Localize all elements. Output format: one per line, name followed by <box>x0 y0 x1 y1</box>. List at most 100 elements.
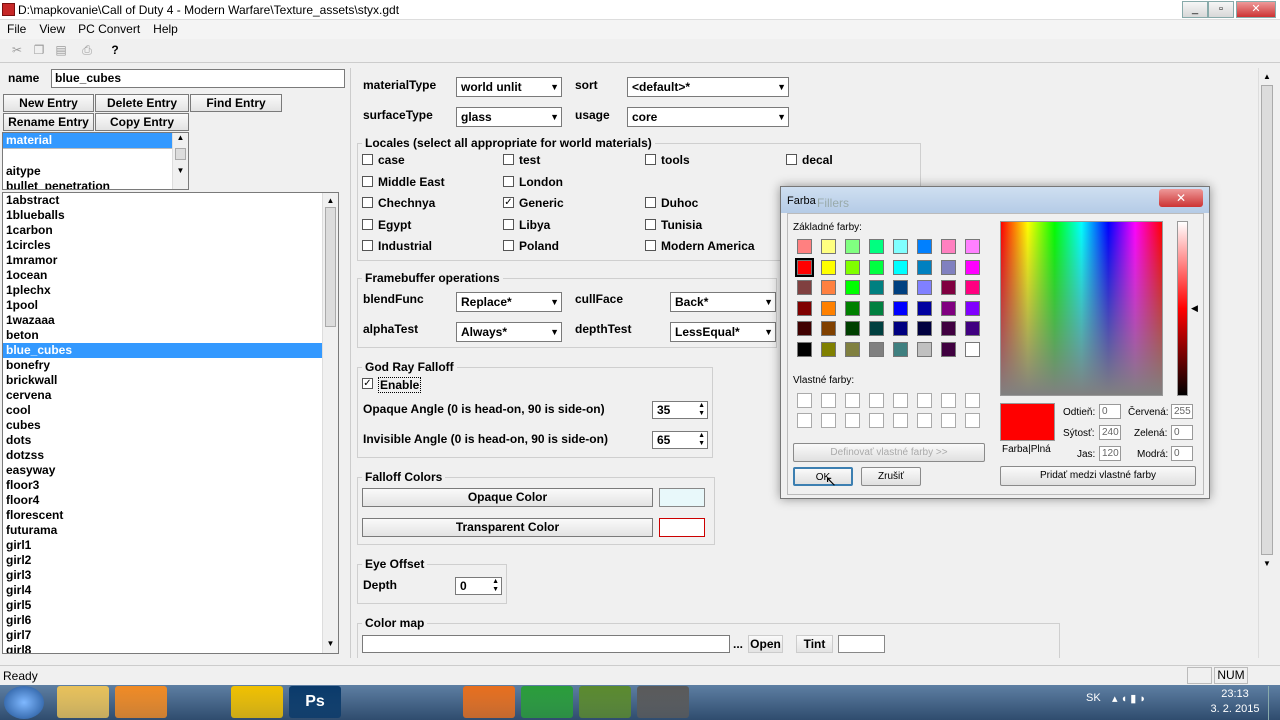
clock-time[interactable]: 23:13 <box>1210 688 1260 700</box>
scroll-up-icon[interactable]: ▲ <box>323 196 338 205</box>
entry-list-item[interactable]: 1carbon <box>3 223 338 238</box>
rename-entry-button[interactable]: Rename Entry <box>3 113 94 131</box>
material-type-select[interactable]: world unlit ▼ <box>456 77 562 97</box>
taskbar-media-icon[interactable] <box>115 686 167 718</box>
locale-checkbox[interactable] <box>645 197 656 208</box>
taskbar-folder-icon[interactable] <box>57 686 109 718</box>
locale-checkbox[interactable]: ✓ <box>503 197 514 208</box>
entry-list-item[interactable]: 1ocean <box>3 268 338 283</box>
scroll-up-icon[interactable]: ▲ <box>173 133 188 142</box>
entry-list-item[interactable]: 1mramor <box>3 253 338 268</box>
taskbar-firefox-icon[interactable] <box>463 686 515 718</box>
language-indicator[interactable]: SK <box>1086 692 1101 704</box>
tint-button[interactable]: Tint <box>796 635 833 653</box>
basic-color-swatch[interactable] <box>869 341 884 357</box>
entry-list-item[interactable]: girl4 <box>3 583 338 598</box>
type-item-blank[interactable] <box>3 148 188 164</box>
define-custom-colors-button[interactable]: Definovať vlastné farby >> <box>793 443 985 462</box>
entry-list-item[interactable]: floor3 <box>3 478 338 493</box>
basic-color-swatch[interactable] <box>941 259 956 275</box>
find-entry-button[interactable]: Find Entry <box>190 94 282 112</box>
entry-list-item[interactable]: beton <box>3 328 338 343</box>
scroll-up-icon[interactable]: ▲ <box>1259 72 1275 81</box>
basic-color-swatch[interactable] <box>821 341 836 357</box>
entry-list-item[interactable]: 1pool <box>3 298 338 313</box>
locale-checkbox[interactable] <box>645 154 656 165</box>
custom-color-swatch[interactable] <box>797 413 812 428</box>
locale-checkbox[interactable] <box>645 240 656 251</box>
locale-checkbox[interactable] <box>362 219 373 230</box>
taskbar-asset-icon[interactable] <box>695 686 747 718</box>
new-entry-button[interactable]: New Entry <box>3 94 94 112</box>
luminance-input[interactable]: 120 <box>1099 446 1121 461</box>
basic-color-swatch[interactable] <box>917 239 932 254</box>
basic-color-swatch[interactable] <box>917 259 932 275</box>
custom-color-swatch[interactable] <box>941 393 956 408</box>
help-icon[interactable]: ? <box>106 42 124 59</box>
depth-spinner[interactable]: 0 ▲ ▼ <box>455 577 502 595</box>
basic-color-swatch[interactable] <box>917 300 932 316</box>
entry-list-item[interactable]: girl3 <box>3 568 338 583</box>
locale-checkbox[interactable] <box>503 219 514 230</box>
basic-color-swatch[interactable] <box>845 259 860 275</box>
properties-scrollbar[interactable]: ▲ ▼ <box>1258 68 1275 658</box>
locale-checkbox[interactable] <box>786 154 797 165</box>
opaque-angle-spinner[interactable]: 35 ▲ ▼ <box>652 401 708 419</box>
transparent-color-swatch[interactable] <box>659 518 705 537</box>
taskbar-chrome-icon[interactable] <box>521 686 573 718</box>
entry-list-item[interactable]: cool <box>3 403 338 418</box>
entry-list-item[interactable]: girl1 <box>3 538 338 553</box>
basic-color-swatch[interactable] <box>917 341 932 357</box>
custom-color-swatch[interactable] <box>965 393 980 408</box>
maximize-button[interactable]: ▫ <box>1208 1 1234 18</box>
basic-color-swatch[interactable] <box>917 280 932 295</box>
basic-color-swatch[interactable] <box>893 239 908 254</box>
basic-color-swatch[interactable] <box>869 239 884 254</box>
locale-checkbox[interactable] <box>645 219 656 230</box>
show-desktop-button[interactable] <box>1268 686 1280 720</box>
blend-func-select[interactable]: Replace* ▼ <box>456 292 562 312</box>
cancel-button[interactable]: Zrušiť <box>861 467 921 486</box>
basic-color-swatch[interactable] <box>917 321 932 336</box>
transparent-color-button[interactable]: Transparent Color <box>362 518 653 537</box>
minimize-button[interactable]: _ <box>1182 1 1208 18</box>
entry-list-item[interactable]: easyway <box>3 463 338 478</box>
taskbar-terminal-icon[interactable] <box>405 686 457 718</box>
add-to-custom-colors-button[interactable]: Pridať medzi vlastné farby <box>1000 466 1196 486</box>
basic-color-swatch[interactable] <box>845 239 860 254</box>
basic-color-swatch[interactable] <box>821 300 836 316</box>
custom-color-swatch[interactable] <box>965 413 980 428</box>
locale-checkbox[interactable] <box>362 240 373 251</box>
entry-list-item[interactable]: dots <box>3 433 338 448</box>
scroll-thumb[interactable] <box>175 148 186 160</box>
entry-list[interactable]: 1abstract 1blueballs 1carbon 1circles 1mramo… <box>2 192 339 654</box>
entry-list-item[interactable]: girl5 <box>3 598 338 613</box>
basic-color-swatch[interactable] <box>941 239 956 254</box>
locale-checkbox[interactable] <box>503 154 514 165</box>
basic-color-swatch[interactable] <box>893 280 908 295</box>
basic-color-swatch[interactable] <box>869 280 884 295</box>
tray-icons[interactable]: ▴ ◖ ▮ ◗ <box>1112 692 1146 705</box>
cull-face-select[interactable]: Back* ▼ <box>670 292 776 312</box>
dialog-close-button[interactable]: ✕ <box>1159 189 1203 207</box>
entry-list-item[interactable]: bonefry <box>3 358 338 373</box>
entry-list-item[interactable]: 1blueballs <box>3 208 338 223</box>
luminance-bar[interactable] <box>1177 221 1188 396</box>
taskbar-effects-icon[interactable] <box>753 686 805 718</box>
custom-color-swatch[interactable] <box>869 413 884 428</box>
copy-icon[interactable]: ❐ <box>30 42 48 59</box>
type-item-material[interactable]: material <box>3 133 188 148</box>
entry-list-item[interactable]: 1wazaaa <box>3 313 338 328</box>
type-item-aitype[interactable]: aitype <box>3 164 188 179</box>
name-input[interactable]: blue_cubes <box>51 69 345 88</box>
custom-color-swatch[interactable] <box>797 393 812 408</box>
basic-color-swatch[interactable] <box>965 300 980 316</box>
basic-color-swatch[interactable] <box>797 280 812 295</box>
basic-color-swatch[interactable] <box>797 300 812 316</box>
basic-color-swatch[interactable] <box>941 321 956 336</box>
basic-color-swatch[interactable] <box>869 259 884 275</box>
copy-entry-button[interactable]: Copy Entry <box>95 113 189 131</box>
scroll-down-icon[interactable]: ▼ <box>1259 559 1275 568</box>
locale-checkbox[interactable] <box>503 240 514 251</box>
locale-checkbox[interactable] <box>362 197 373 208</box>
